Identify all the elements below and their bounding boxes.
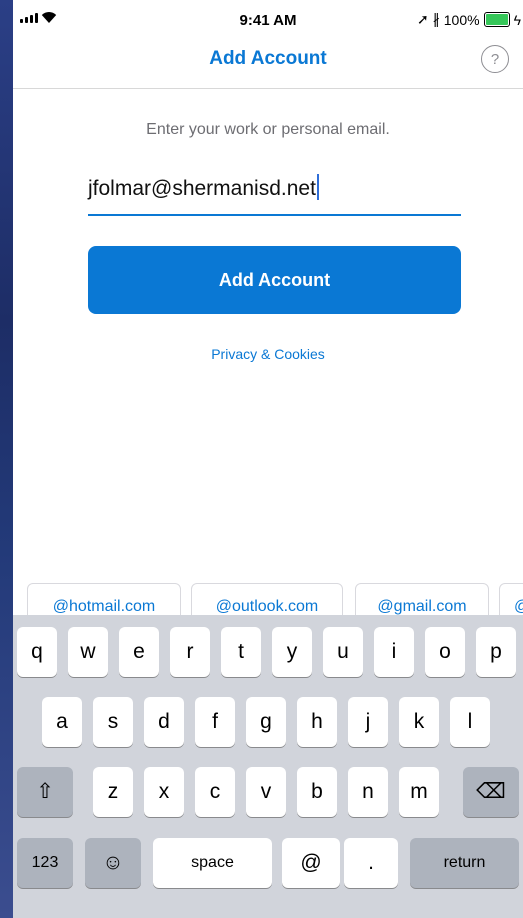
numbers-key[interactable]: 123 xyxy=(17,838,73,888)
key-f[interactable]: f xyxy=(195,697,235,747)
key-c[interactable]: c xyxy=(195,767,235,817)
space-key[interactable]: space xyxy=(153,838,272,888)
key-j[interactable]: j xyxy=(348,697,388,747)
key-s[interactable]: s xyxy=(93,697,133,747)
status-bar: 9:41 AM ➚ ∦ 100% ϟ xyxy=(13,0,523,44)
keyboard: q w e r t y u i o p a s d f g h j k l ⇧ … xyxy=(13,615,523,918)
key-m[interactable]: m xyxy=(399,767,439,817)
status-right: ➚ ∦ 100% ϟ xyxy=(417,11,521,28)
key-l[interactable]: l xyxy=(450,697,490,747)
key-v[interactable]: v xyxy=(246,767,286,817)
key-i[interactable]: i xyxy=(374,627,414,677)
help-button[interactable]: ? xyxy=(481,45,509,73)
key-y[interactable]: y xyxy=(272,627,312,677)
charging-bolt-icon: ϟ xyxy=(513,11,521,28)
page-title: Add Account xyxy=(209,48,327,69)
background-edge xyxy=(0,0,13,918)
key-b[interactable]: b xyxy=(297,767,337,817)
key-o[interactable]: o xyxy=(425,627,465,677)
key-t[interactable]: t xyxy=(221,627,261,677)
key-h[interactable]: h xyxy=(297,697,337,747)
key-u[interactable]: u xyxy=(323,627,363,677)
email-prompt: Enter your work or personal email. xyxy=(146,121,390,138)
key-p[interactable]: p xyxy=(476,627,516,677)
delete-key[interactable]: ⌫ xyxy=(463,767,519,817)
return-key[interactable]: return xyxy=(410,838,519,888)
email-value: jfolmar@shermanisd.net xyxy=(88,174,319,201)
emoji-key[interactable]: ☺ xyxy=(85,838,141,888)
nav-divider xyxy=(13,88,523,89)
add-account-button[interactable]: Add Account xyxy=(88,246,461,314)
key-g[interactable]: g xyxy=(246,697,286,747)
phone-screen: 9:41 AM ➚ ∦ 100% ϟ Add Account ? Enter y… xyxy=(13,0,523,918)
battery-percent: 100% xyxy=(443,11,480,28)
battery-icon xyxy=(483,12,510,27)
privacy-cookies-link[interactable]: Privacy & Cookies xyxy=(13,346,523,362)
key-z[interactable]: z xyxy=(93,767,133,817)
shift-key[interactable]: ⇧ xyxy=(17,767,73,817)
key-d[interactable]: d xyxy=(144,697,184,747)
period-key[interactable]: . xyxy=(344,838,398,888)
location-arrow-icon: ➚ xyxy=(417,11,429,27)
key-a[interactable]: a xyxy=(42,697,82,747)
battery-fill xyxy=(485,14,508,25)
bluetooth-icon: ∦ xyxy=(432,11,440,27)
at-key[interactable]: @ xyxy=(282,838,340,888)
key-e[interactable]: e xyxy=(119,627,159,677)
text-caret xyxy=(316,174,319,200)
key-x[interactable]: x xyxy=(144,767,184,817)
key-w[interactable]: w xyxy=(68,627,108,677)
email-field[interactable]: jfolmar@shermanisd.net xyxy=(88,164,461,216)
key-q[interactable]: q xyxy=(17,627,57,677)
key-k[interactable]: k xyxy=(399,697,439,747)
key-r[interactable]: r xyxy=(170,627,210,677)
key-n[interactable]: n xyxy=(348,767,388,817)
